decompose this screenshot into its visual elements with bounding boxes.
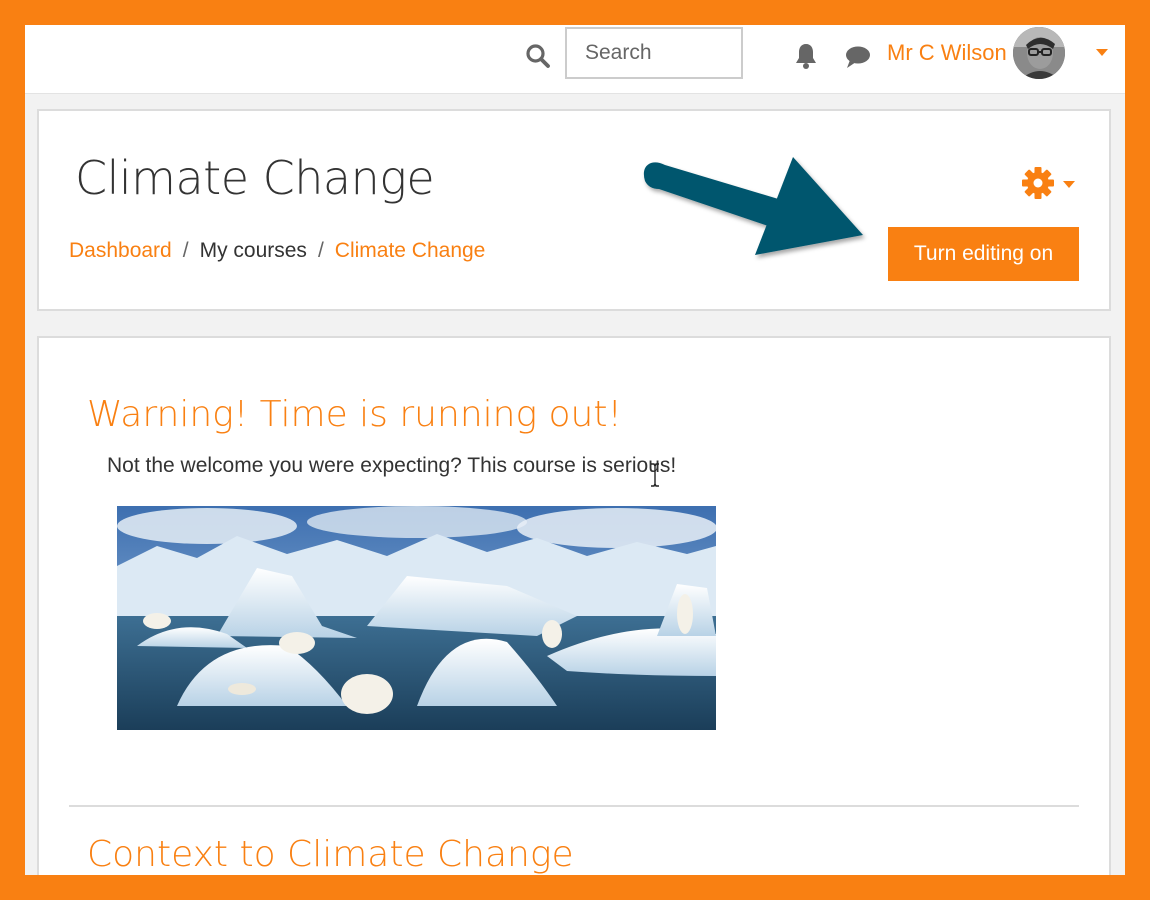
top-navbar: Mr C Wilson bbox=[25, 25, 1125, 94]
chevron-down-icon[interactable] bbox=[1095, 48, 1109, 58]
page-title: Climate Change bbox=[75, 151, 435, 205]
course-content: Warning! Time is running out! Not the we… bbox=[37, 336, 1111, 875]
section-title-warning: Warning! Time is running out! bbox=[87, 394, 622, 435]
chat-icon[interactable] bbox=[845, 45, 871, 69]
search-input[interactable] bbox=[565, 27, 743, 79]
breadcrumb-climate-change[interactable]: Climate Change bbox=[335, 239, 486, 262]
chevron-down-icon[interactable] bbox=[1063, 181, 1075, 189]
course-settings-menu[interactable] bbox=[1021, 166, 1081, 202]
text-cursor-icon bbox=[651, 463, 659, 487]
section-summary-text: Not the welcome you were expecting? This… bbox=[107, 454, 677, 477]
breadcrumb-separator: / bbox=[317, 239, 324, 262]
breadcrumb: Dashboard / My courses / Climate Change bbox=[69, 239, 485, 263]
section-title-context: Context to Climate Change bbox=[87, 834, 574, 875]
breadcrumb-my-courses: My courses bbox=[199, 239, 307, 262]
polar-bears-banner-image bbox=[117, 506, 716, 730]
page-header: Climate Change Dashboard / My courses / Clim… bbox=[37, 109, 1111, 311]
breadcrumb-separator: / bbox=[182, 239, 189, 262]
gear-icon[interactable] bbox=[1021, 166, 1055, 200]
avatar[interactable] bbox=[1013, 27, 1065, 79]
annotation-arrow bbox=[643, 157, 863, 255]
breadcrumb-dashboard[interactable]: Dashboard bbox=[69, 239, 172, 262]
section-divider bbox=[69, 805, 1079, 807]
search-icon[interactable] bbox=[525, 43, 551, 69]
user-name[interactable]: Mr C Wilson bbox=[887, 40, 1007, 66]
page-frame: Mr C Wilson Climate Change Dashboard / My … bbox=[25, 25, 1125, 875]
bell-icon[interactable] bbox=[793, 42, 819, 70]
avatar-photo bbox=[1013, 27, 1065, 79]
turn-editing-on-button[interactable]: Turn editing on bbox=[888, 227, 1079, 281]
